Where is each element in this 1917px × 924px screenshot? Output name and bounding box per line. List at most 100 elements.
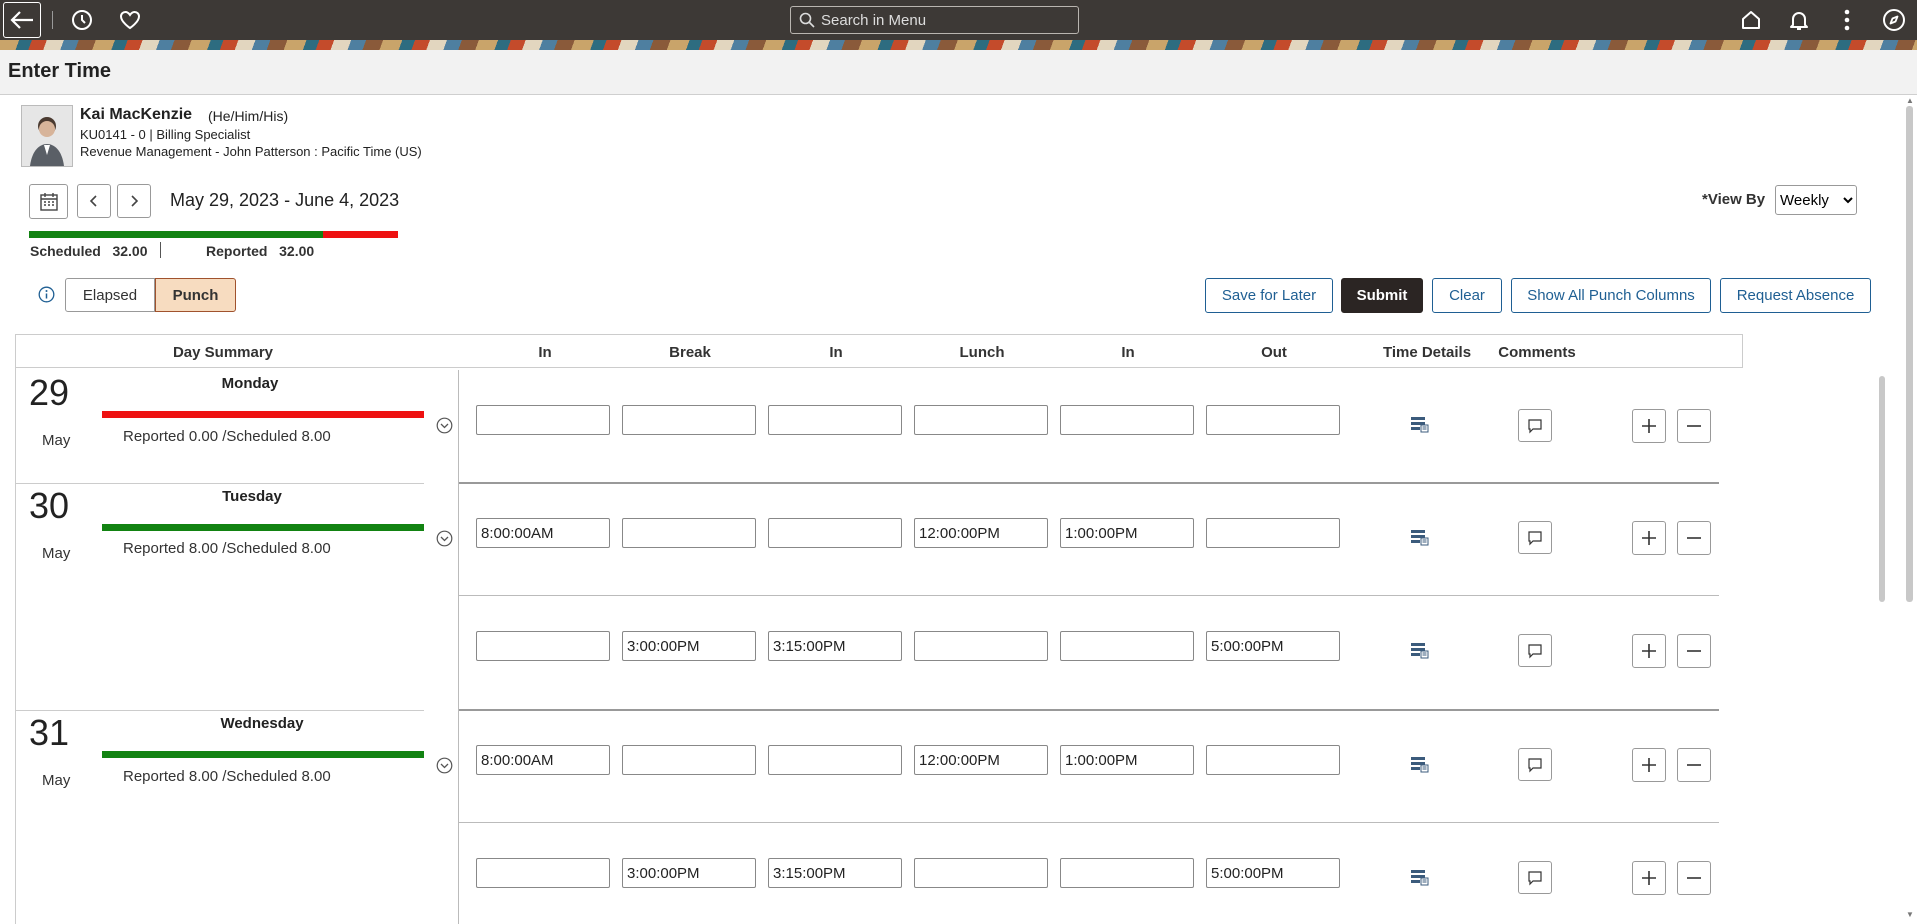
delete-row-button[interactable] xyxy=(1677,861,1711,895)
expand-day-toggle[interactable] xyxy=(436,530,453,552)
punch-out-field[interactable] xyxy=(1206,858,1340,888)
punch-in-field[interactable] xyxy=(768,858,902,888)
day-status-bar xyxy=(102,751,424,758)
period-date-range: May 29, 2023 - June 4, 2023 xyxy=(170,190,400,210)
punch-out-field[interactable] xyxy=(1206,405,1340,435)
punch-lunch-field[interactable] xyxy=(914,518,1048,548)
reported-label: Reported xyxy=(206,243,268,259)
calendar-button[interactable] xyxy=(29,184,68,219)
punch-lunch-field[interactable] xyxy=(914,745,1048,775)
comments-button[interactable] xyxy=(1518,748,1552,781)
add-row-button[interactable] xyxy=(1632,861,1666,895)
punch-lunch-field[interactable] xyxy=(914,858,1048,888)
punch-out-field[interactable] xyxy=(1206,518,1340,548)
time-details-button[interactable] xyxy=(1410,868,1429,891)
punch-in-field[interactable] xyxy=(1060,518,1194,548)
expand-day-toggle[interactable] xyxy=(436,417,453,439)
navigator-button[interactable] xyxy=(1876,2,1912,38)
punch-break-field[interactable] xyxy=(622,631,756,661)
punch-in-field[interactable] xyxy=(1060,745,1194,775)
punch-mode-button[interactable]: Punch xyxy=(155,278,236,312)
info-icon[interactable] xyxy=(38,286,55,308)
punch-in-field[interactable] xyxy=(768,631,902,661)
employee-job: KU0141 - 0 | Billing Specialist xyxy=(80,127,251,142)
grid-scrollbar[interactable] xyxy=(1879,376,1885,602)
chevron-right-icon xyxy=(131,195,139,207)
time-details-button[interactable] xyxy=(1410,755,1429,778)
comments-button[interactable] xyxy=(1518,861,1552,894)
divider xyxy=(459,595,1719,596)
page-scrollbar[interactable] xyxy=(1906,106,1913,602)
punch-in-field[interactable] xyxy=(1060,858,1194,888)
expand-day-toggle[interactable] xyxy=(436,757,453,779)
punch-in-field[interactable] xyxy=(476,745,610,775)
scroll-down-icon[interactable]: ▼ xyxy=(1906,910,1914,919)
show-all-punch-columns-button[interactable]: Show All Punch Columns xyxy=(1511,278,1711,313)
scroll-up-icon[interactable]: ▲ xyxy=(1906,96,1914,105)
search-input[interactable] xyxy=(819,10,1063,30)
comment-icon xyxy=(1528,418,1542,433)
chevron-down-icon xyxy=(436,530,453,547)
add-row-button[interactable] xyxy=(1632,409,1666,443)
recent-history-button[interactable] xyxy=(64,2,100,38)
request-absence-button[interactable]: Request Absence xyxy=(1720,278,1871,313)
delete-row-button[interactable] xyxy=(1677,748,1711,782)
divider xyxy=(15,710,424,711)
timesheet-header: Day Summary In Break In Lunch In Out Tim… xyxy=(15,334,1743,368)
punch-in-field[interactable] xyxy=(1060,631,1194,661)
punch-in-field[interactable] xyxy=(768,405,902,435)
add-row-button[interactable] xyxy=(1632,521,1666,555)
previous-period-button[interactable] xyxy=(77,184,111,218)
time-details-button[interactable] xyxy=(1410,641,1429,664)
day-status-bar xyxy=(102,411,424,418)
home-button[interactable] xyxy=(1733,2,1769,38)
punch-in-field[interactable] xyxy=(1060,405,1194,435)
decorative-banner xyxy=(0,40,1917,50)
time-details-button[interactable] xyxy=(1410,415,1429,438)
bell-icon xyxy=(1790,12,1808,30)
punch-in-field[interactable] xyxy=(476,631,610,661)
punch-in-field[interactable] xyxy=(476,858,610,888)
time-details-icon xyxy=(1411,643,1429,659)
comments-button[interactable] xyxy=(1518,521,1552,554)
punch-in-field[interactable] xyxy=(476,518,610,548)
comments-button[interactable] xyxy=(1518,409,1552,442)
clear-button[interactable]: Clear xyxy=(1432,278,1502,313)
punch-break-field[interactable] xyxy=(622,858,756,888)
add-row-button[interactable] xyxy=(1632,634,1666,668)
punch-lunch-field[interactable] xyxy=(914,631,1048,661)
add-row-button[interactable] xyxy=(1632,748,1666,782)
time-details-button[interactable] xyxy=(1410,528,1429,551)
minus-icon xyxy=(1687,650,1701,652)
elapsed-mode-button[interactable]: Elapsed xyxy=(65,278,155,312)
delete-row-button[interactable] xyxy=(1677,409,1711,443)
search-menu-field[interactable] xyxy=(790,6,1079,34)
punch-in-field[interactable] xyxy=(768,745,902,775)
view-by-label: *View By xyxy=(1702,191,1766,208)
punch-lunch-field[interactable] xyxy=(914,405,1048,435)
chevron-down-icon xyxy=(436,417,453,434)
notifications-button[interactable] xyxy=(1781,2,1817,38)
view-by-select[interactable]: Weekly xyxy=(1775,185,1857,215)
delete-row-button[interactable] xyxy=(1677,521,1711,555)
punch-break-field[interactable] xyxy=(622,745,756,775)
favorites-button[interactable] xyxy=(112,2,148,38)
page-title-bar: Enter Time xyxy=(0,50,1917,95)
save-for-later-button[interactable]: Save for Later xyxy=(1205,278,1333,313)
punch-break-field[interactable] xyxy=(622,518,756,548)
punch-in-field[interactable] xyxy=(768,518,902,548)
punch-out-field[interactable] xyxy=(1206,631,1340,661)
delete-row-button[interactable] xyxy=(1677,634,1711,668)
next-period-button[interactable] xyxy=(117,184,151,218)
time-details-icon xyxy=(1411,530,1429,546)
comments-button[interactable] xyxy=(1518,634,1552,667)
punch-break-field[interactable] xyxy=(622,405,756,435)
back-button[interactable] xyxy=(3,2,41,38)
punch-in-field[interactable] xyxy=(476,405,610,435)
search-icon xyxy=(799,12,815,28)
punch-out-field[interactable] xyxy=(1206,745,1340,775)
actions-menu-button[interactable] xyxy=(1829,2,1865,38)
submit-button[interactable]: Submit xyxy=(1341,278,1423,313)
scheduled-total: Scheduled 32.00 xyxy=(30,243,148,259)
reported-progress-bar xyxy=(29,231,323,238)
